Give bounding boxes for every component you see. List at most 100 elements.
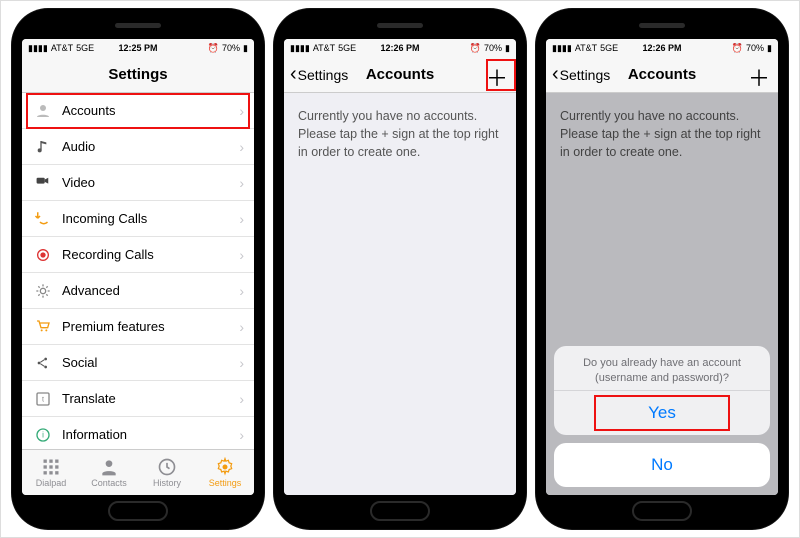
svg-text:i: i [42,430,44,439]
recording-icon [32,247,54,263]
back-button[interactable]: ‹ Settings [552,63,610,86]
phone-settings: ▮▮▮▮ AT&T 5GE 12:25 PM ⏰ 70% ▮ Settings [12,9,264,529]
empty-line: Currently you have no accounts. [298,107,502,125]
tab-label: History [153,478,181,488]
row-label: Translate [62,391,116,406]
page-title: Accounts [628,66,696,83]
tab-contacts[interactable]: Contacts [80,450,138,495]
carrier-label: AT&T [575,43,597,53]
carrier-label: AT&T [313,43,335,53]
tab-bar: Dialpad Contacts History Settings [22,449,254,495]
add-button[interactable]: ＋ [486,61,508,93]
phone-speaker [115,23,161,28]
info-icon: i [32,427,54,443]
sheet-group: Do you already have an account (username… [554,346,770,435]
screen-settings: ▮▮▮▮ AT&T 5GE 12:25 PM ⏰ 70% ▮ Settings [22,39,254,495]
status-bar: ▮▮▮▮ AT&T 5GE 12:26 PM ⏰ 70% ▮ [546,39,778,57]
action-sheet: Do you already have an account (username… [554,346,770,487]
battery-label: 70% [746,43,764,53]
row-audio[interactable]: Audio › [22,129,254,165]
settings-content: Accounts › Audio › Video › [22,93,254,449]
row-social[interactable]: Social › [22,345,254,381]
incoming-icon [32,210,54,228]
tab-dialpad[interactable]: Dialpad [22,450,80,495]
back-label: Settings [560,67,611,83]
row-label: Advanced [62,283,120,298]
chevron-left-icon: ‹ [290,63,297,86]
share-icon [32,355,54,371]
row-incoming[interactable]: Incoming Calls › [22,201,254,237]
network-label: 5GE [600,43,618,53]
navbar: ‹ Settings Accounts ＋ [284,57,516,93]
prompt-line: (username and password)? [574,371,750,386]
time-label: 12:26 PM [642,43,681,53]
row-advanced[interactable]: Advanced › [22,273,254,309]
empty-line: in order to create one. [298,143,502,161]
row-label: Premium features [62,319,165,334]
row-label: Incoming Calls [62,211,147,226]
chevron-left-icon: ‹ [552,63,559,86]
row-label: Video [62,175,95,190]
audio-icon [32,139,54,155]
signal-icon: ▮▮▮▮ [28,43,48,54]
chevron-right-icon: › [239,283,244,299]
back-button[interactable]: ‹ Settings [290,63,348,86]
signal-icon: ▮▮▮▮ [290,43,310,54]
page-title: Accounts [366,66,434,83]
row-label: Accounts [62,103,115,118]
accounts-content: Currently you have no accounts. Please t… [284,93,516,495]
tab-label: Contacts [91,478,127,488]
no-button[interactable]: No [554,443,770,487]
chevron-right-icon: › [239,247,244,263]
battery-icon: ▮ [505,43,510,54]
phone-speaker [639,23,685,28]
home-button[interactable] [632,501,692,521]
gear-icon [32,283,54,299]
chevron-right-icon: › [239,319,244,335]
chevron-right-icon: › [239,103,244,119]
translate-icon: t [32,391,54,407]
prompt-line: Do you already have an account [574,356,750,371]
phone-accounts-prompt: ▮▮▮▮ AT&T 5GE 12:26 PM ⏰ 70% ▮ ‹ Setting… [536,9,788,529]
alarm-icon: ⏰ [470,43,481,54]
row-information[interactable]: i Information › [22,417,254,449]
chevron-right-icon: › [239,391,244,407]
time-label: 12:25 PM [118,43,157,53]
cart-icon [32,319,54,335]
tab-label: Dialpad [36,478,67,488]
tab-history[interactable]: History [138,450,196,495]
row-recording[interactable]: Recording Calls › [22,237,254,273]
row-translate[interactable]: t Translate › [22,381,254,417]
back-label: Settings [298,67,349,83]
carrier-label: AT&T [51,43,73,53]
phone-accounts-empty: ▮▮▮▮ AT&T 5GE 12:26 PM ⏰ 70% ▮ ‹ Setting… [274,9,526,529]
row-video[interactable]: Video › [22,165,254,201]
tab-settings[interactable]: Settings [196,450,254,495]
settings-list: Accounts › Audio › Video › [22,93,254,449]
home-button[interactable] [108,501,168,521]
svg-text:t: t [42,394,44,403]
no-label: No [651,455,673,474]
battery-label: 70% [484,43,502,53]
chevron-right-icon: › [239,355,244,371]
row-label: Information [62,427,127,442]
network-label: 5GE [338,43,356,53]
tab-label: Settings [209,478,242,488]
sheet-title: Do you already have an account (username… [554,346,770,390]
chevron-right-icon: › [239,211,244,227]
row-accounts[interactable]: Accounts › [22,93,254,129]
empty-line: Please tap the + sign at the top right [298,125,502,143]
row-premium[interactable]: Premium features › [22,309,254,345]
accounts-icon [32,102,54,120]
screen-accounts: ▮▮▮▮ AT&T 5GE 12:26 PM ⏰ 70% ▮ ‹ Setting… [284,39,516,495]
alarm-icon: ⏰ [732,43,743,54]
empty-message: Currently you have no accounts. Please t… [284,93,516,175]
add-button[interactable]: ＋ [748,61,770,93]
row-label: Audio [62,139,95,154]
alarm-icon: ⏰ [208,43,219,54]
chevron-right-icon: › [239,139,244,155]
battery-label: 70% [222,43,240,53]
home-button[interactable] [370,501,430,521]
row-label: Social [62,355,97,370]
yes-button[interactable]: Yes [554,390,770,435]
